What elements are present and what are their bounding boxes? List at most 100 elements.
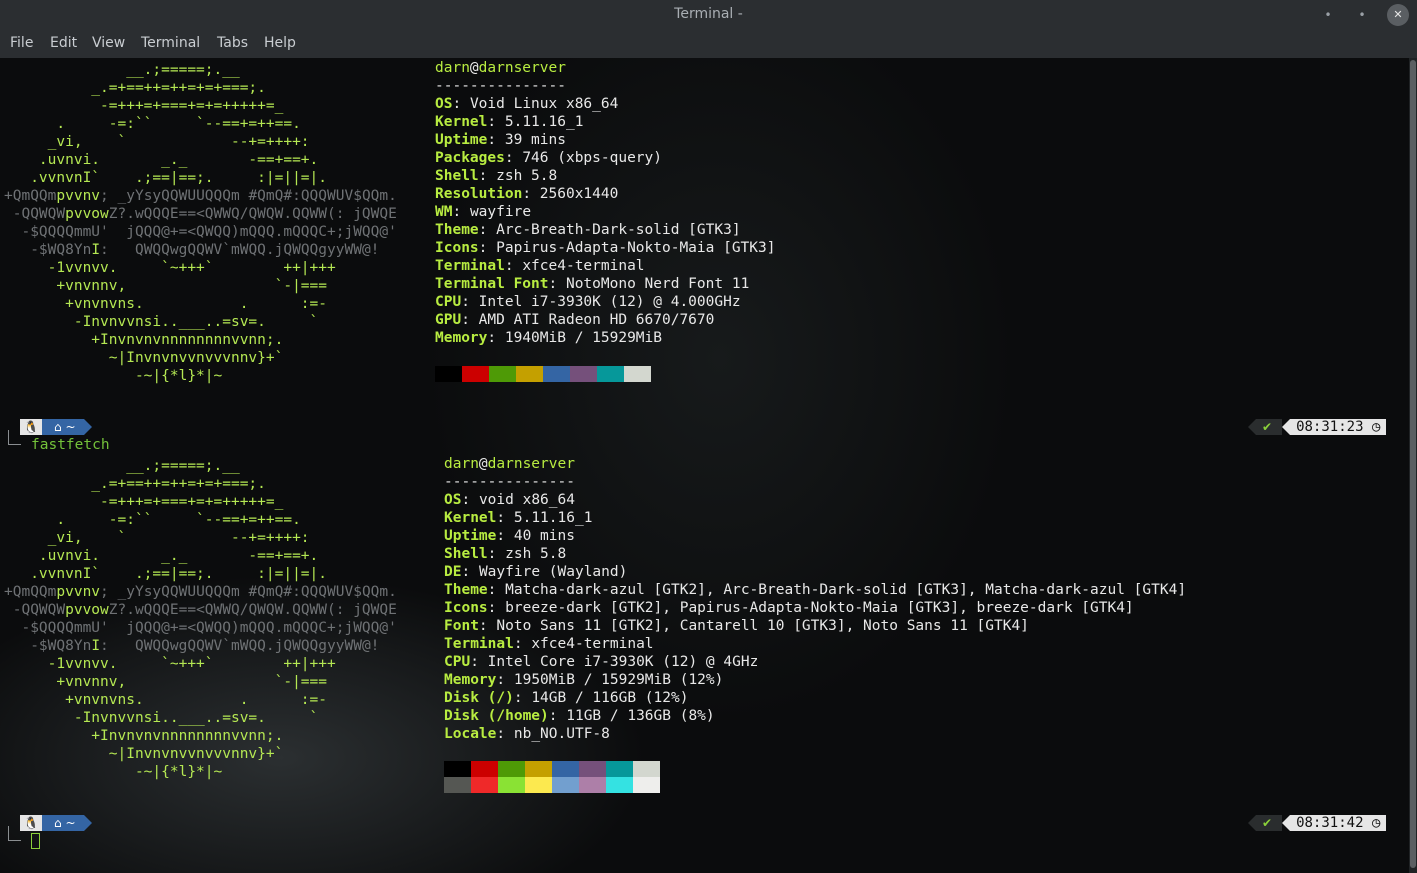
- info-key: Packages: [435, 150, 505, 166]
- directory-segment: ⌂ ~: [42, 419, 84, 435]
- info-key: Icons: [444, 600, 488, 616]
- color-swatch: [435, 366, 462, 382]
- info-key: Terminal: [435, 258, 505, 274]
- prompt-right-segment: ✔ 08:31:23 ◷: [1248, 419, 1387, 435]
- info-value: Intel Core i7-3930K (12) @ 4GHz: [487, 654, 759, 670]
- color-swatch: [444, 761, 471, 777]
- info-value: xfce4-terminal: [522, 258, 645, 274]
- minimize-icon[interactable]: •: [1317, 4, 1339, 26]
- success-check-icon: ✔: [1256, 815, 1283, 831]
- host-name: darnserver: [478, 60, 566, 76]
- color-swatch: [552, 761, 579, 777]
- info-value: zsh 5.8: [505, 546, 567, 562]
- info-key: Uptime: [435, 132, 488, 148]
- prompt-time: 08:31:23 ◷: [1290, 419, 1387, 435]
- linux-icon: 🐧: [20, 815, 42, 831]
- maximize-icon[interactable]: •: [1351, 4, 1373, 26]
- info-key: Shell: [435, 168, 479, 184]
- color-swatch: [579, 761, 606, 777]
- info-key: CPU: [435, 294, 462, 310]
- info-key: Memory: [435, 330, 488, 346]
- color-swatch: [498, 761, 525, 777]
- command-text: fastfetch: [31, 437, 110, 453]
- info-key: Theme: [444, 582, 488, 598]
- terminal-window: Terminal - • • ✕ File Edit View Terminal…: [0, 0, 1417, 873]
- user-name: darn: [444, 456, 479, 472]
- host-name: darnserver: [487, 456, 575, 472]
- info-value: 746 (xbps-query): [522, 150, 662, 166]
- info-value: Arc-Breath-Dark-solid [GTK3]: [496, 222, 741, 238]
- clock-icon: ◷: [1371, 419, 1381, 435]
- info-key: Terminal: [444, 636, 514, 652]
- color-swatch: [633, 777, 660, 793]
- prompt-bracket: [8, 826, 21, 841]
- scrollbar-thumb[interactable]: [1410, 60, 1416, 868]
- prompt-right-segment: ✔ 08:31:42 ◷: [1248, 815, 1387, 831]
- info-key: Kernel: [444, 510, 497, 526]
- menu-file[interactable]: File: [10, 35, 33, 51]
- info-key: Font: [444, 618, 479, 634]
- success-check-icon: ✔: [1256, 419, 1283, 435]
- menu-edit[interactable]: Edit: [50, 35, 77, 51]
- palette-row: [435, 366, 651, 382]
- info-value: 11GB / 136GB (8%): [566, 708, 715, 724]
- prompt-bracket: [8, 430, 21, 445]
- color-swatch: [633, 761, 660, 777]
- color-swatch: [462, 366, 489, 382]
- info-key: DE: [444, 564, 462, 580]
- color-swatch: [579, 777, 606, 793]
- color-swatch: [552, 777, 579, 793]
- void-linux-ascii-logo: __.;=====;.__ _.=+==++=++=+=+===;. -=+++…: [4, 458, 397, 780]
- color-swatch: [489, 366, 516, 382]
- close-icon[interactable]: ✕: [1387, 4, 1409, 26]
- info-value: Void Linux x86_64: [469, 96, 619, 112]
- info-value: 5.11.16_1: [504, 114, 584, 130]
- info-value: breeze-dark [GTK2], Papirus-Adapta-Nokto…: [505, 600, 1134, 616]
- linux-icon: 🐧: [20, 419, 42, 435]
- info-value: Papirus-Adapta-Nokto-Maia [GTK3]: [496, 240, 776, 256]
- info-key: OS: [444, 492, 462, 508]
- color-swatch: [516, 366, 543, 382]
- color-palette: [435, 366, 651, 382]
- info-value: 40 mins: [513, 528, 575, 544]
- info-value: void x86_64: [478, 492, 575, 508]
- current-directory: ~: [65, 420, 76, 434]
- prompt-time: 08:31:42 ◷: [1290, 815, 1387, 831]
- directory-segment: ⌂ ~: [42, 815, 84, 831]
- info-value: 39 mins: [504, 132, 566, 148]
- menu-tabs[interactable]: Tabs: [217, 35, 248, 51]
- palette-row: [444, 777, 660, 793]
- clock-icon: ◷: [1371, 815, 1381, 831]
- color-swatch: [543, 366, 570, 382]
- user-name: darn: [435, 60, 470, 76]
- menu-help[interactable]: Help: [264, 35, 296, 51]
- terminal-output[interactable]: __.;=====;.__ _.=+==++=++=+=+===;. -=+++…: [0, 58, 1409, 873]
- void-linux-ascii-logo: __.;=====;.__ _.=+==++=++=+=+===;. -=+++…: [4, 62, 397, 384]
- info-key: Disk (/home): [444, 708, 549, 724]
- color-swatch: [471, 761, 498, 777]
- info-value: AMD ATI Radeon HD 6670/7670: [478, 312, 715, 328]
- color-swatch: [606, 761, 633, 777]
- menu-bar: File Edit View Terminal Tabs Help: [0, 30, 1417, 58]
- system-info-block: darn@darnserver --------------- OS: void…: [444, 456, 1187, 742]
- prompt-left-segment: 🐧 ⌂ ~: [20, 815, 92, 831]
- info-value: Intel i7-3930K (12) @ 4.000GHz: [478, 294, 741, 310]
- info-value: NotoMono Nerd Font 11: [565, 276, 750, 292]
- info-value: zsh 5.8: [496, 168, 558, 184]
- color-swatch: [570, 366, 597, 382]
- color-swatch: [606, 777, 633, 793]
- info-value: Wayfire (Wayland): [478, 564, 628, 580]
- info-value: 1950MiB / 15929MiB (12%): [513, 672, 724, 688]
- menu-view[interactable]: View: [92, 35, 125, 51]
- title-bar[interactable]: Terminal - • • ✕: [0, 0, 1417, 30]
- color-palette: [444, 761, 660, 793]
- info-key: Uptime: [444, 528, 497, 544]
- system-info-block: darn@darnserver --------------- OS: Void…: [435, 60, 776, 346]
- color-swatch: [444, 777, 471, 793]
- text-cursor[interactable]: [31, 833, 40, 849]
- color-swatch: [498, 777, 525, 793]
- info-key: Kernel: [435, 114, 488, 130]
- menu-terminal[interactable]: Terminal: [141, 35, 200, 51]
- info-key: Locale: [444, 726, 497, 742]
- info-value: 14GB / 116GB (12%): [531, 690, 689, 706]
